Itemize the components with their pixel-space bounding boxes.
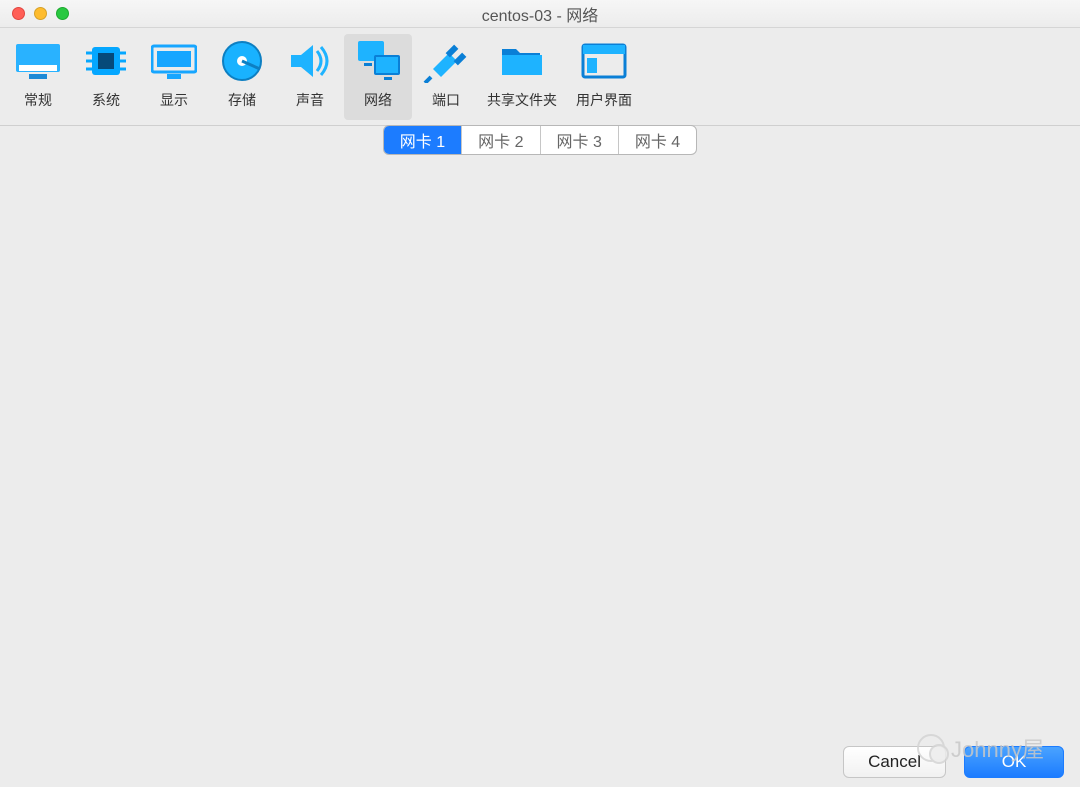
plug-icon: [422, 38, 470, 84]
toolbar-item-system[interactable]: 系统: [72, 34, 140, 120]
mac-address-label: MAC 地址:: [45, 486, 245, 512]
toolbar-item-user-interface[interactable]: 用户界面: [564, 34, 644, 120]
folder-icon: [498, 38, 546, 84]
layout-icon: [580, 38, 628, 84]
tab-adapter-3[interactable]: 网卡 3: [540, 126, 618, 154]
tab-adapter-1[interactable]: 网卡 1: [384, 126, 461, 154]
tab-adapter-2[interactable]: 网卡 2: [461, 126, 539, 154]
speaker-icon: [286, 38, 334, 84]
toolbar-label: 网络: [364, 90, 392, 110]
toolbar-label: 端口: [432, 90, 460, 110]
port-forwarding-button[interactable]: 端口转发: [255, 580, 605, 610]
toolbar-label: 存储: [228, 90, 256, 110]
chip-icon: [82, 38, 130, 84]
chevrons-icon: [996, 373, 1020, 401]
promiscuous-mode-select[interactable]: 拒绝: [245, 426, 1023, 460]
promiscuous-mode-label: 混杂模式:: [45, 430, 245, 456]
toolbar-item-general[interactable]: 常规: [4, 34, 72, 120]
mac-address-value: 08002798A261: [256, 489, 378, 510]
cancel-button[interactable]: Cancel: [843, 746, 946, 778]
settings-toolbar: 常规 系统 显示 存储 声音 网络 端口: [0, 28, 1080, 126]
attach-mode-select[interactable]: 桥接网卡: [245, 213, 645, 247]
interface-name-label: 界面名称:: [45, 273, 245, 299]
mac-address-input[interactable]: 08002798A261: [245, 482, 965, 516]
toolbar-item-network[interactable]: 网络: [344, 34, 412, 120]
chevrons-icon: [996, 272, 1020, 300]
advanced-toggle[interactable]: 高级: [169, 325, 1035, 350]
toolbar-item-display[interactable]: 显示: [140, 34, 208, 120]
disk-icon: [218, 38, 266, 84]
interface-name-value: en0: Wi-Fi (AirPort): [256, 276, 410, 297]
network-adapter-panel: ✓ 启用网络连接 连接方式: 桥接网卡 界面名称: en0: Wi-Fi (Ai…: [16, 111, 1064, 651]
adapter-type-label: 控制芯片:: [45, 374, 245, 400]
ok-button[interactable]: OK: [964, 746, 1064, 778]
chevrons-icon: [996, 429, 1020, 457]
toolbar-label: 显示: [160, 90, 188, 110]
toolbar-label: 声音: [296, 90, 324, 110]
attach-mode-label: 连接方式:: [45, 217, 245, 243]
monitor-icon: [14, 38, 62, 84]
toolbar-item-storage[interactable]: 存储: [208, 34, 276, 120]
network-icon: [354, 38, 402, 84]
display-icon: [150, 38, 198, 84]
toolbar-item-audio[interactable]: 声音: [276, 34, 344, 120]
refresh-mac-button[interactable]: [983, 486, 1009, 512]
adapter-tabs: 网卡 1 网卡 2 网卡 3 网卡 4: [383, 125, 697, 155]
attach-mode-value: 桥接网卡: [256, 217, 328, 243]
toolbar-item-ports[interactable]: 端口: [412, 34, 480, 120]
enable-network-checkbox[interactable]: ✓: [67, 169, 85, 187]
adapter-type-value: Intel PRO/1000 MT 桌面 (82540EM): [256, 374, 545, 400]
promiscuous-mode-value: 拒绝: [256, 430, 292, 456]
enable-network-label: 启用网络连接: [93, 165, 201, 191]
disclosure-triangle-icon: [169, 334, 183, 344]
adapter-type-select[interactable]: Intel PRO/1000 MT 桌面 (82540EM): [245, 370, 1023, 404]
port-forwarding-label: 端口转发: [396, 583, 464, 608]
cable-connected-checkbox[interactable]: ✓: [255, 538, 273, 556]
tab-adapter-4[interactable]: 网卡 4: [618, 126, 696, 154]
toolbar-label: 用户界面: [576, 90, 632, 110]
toolbar-item-shared-folders[interactable]: 共享文件夹: [480, 34, 564, 120]
interface-name-select[interactable]: en0: Wi-Fi (AirPort): [245, 269, 1023, 303]
toolbar-label: 共享文件夹: [487, 90, 557, 110]
chevrons-icon: [618, 216, 642, 244]
toolbar-label: 常规: [24, 90, 52, 110]
window-title: centos-03 - 网络: [0, 2, 1080, 26]
toolbar-label: 系统: [92, 90, 120, 110]
advanced-label: 高级: [191, 325, 225, 350]
cable-connected-label: 接入网线: [283, 534, 355, 560]
